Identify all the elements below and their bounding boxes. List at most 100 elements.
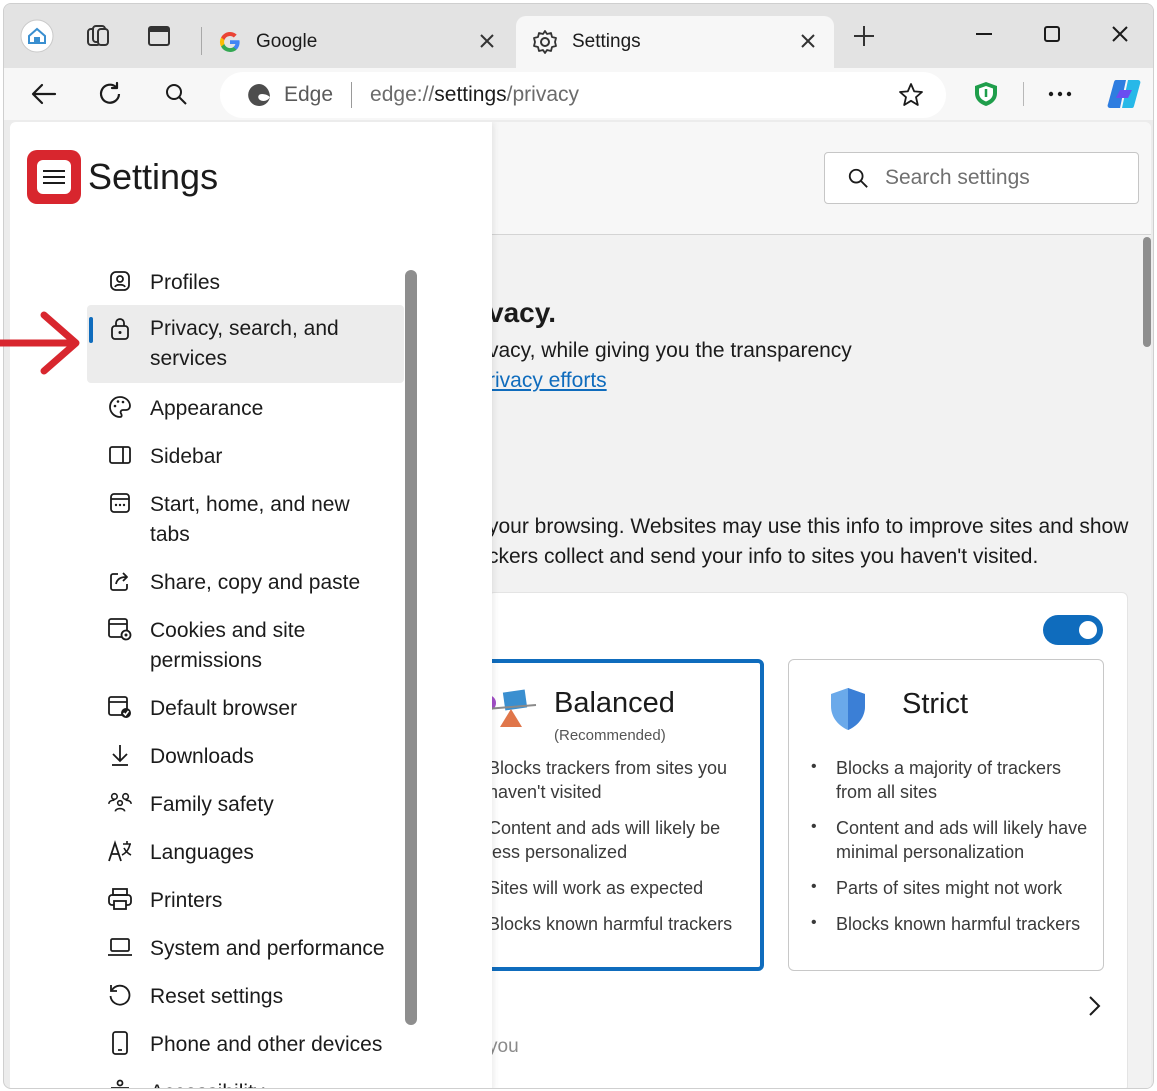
sidebar-icon [107,442,133,468]
sidebar-item-label: Privacy, search, and [150,317,339,340]
phone-icon [107,1030,133,1056]
privacy-description: vacy, while giving you the transparency [488,339,852,362]
sidebar-item-reset[interactable]: Reset settings [87,979,404,1017]
hamburger-icon [37,160,71,194]
bullet: • [811,914,817,931]
tab-settings[interactable]: Settings [516,16,834,68]
sidebar-item-appearance[interactable]: Appearance [87,391,404,429]
tab-actions-icon [148,26,170,46]
strict-item: Parts of sites might not work [836,878,1063,898]
privacy-efforts-link[interactable]: rivacy efforts [488,369,607,393]
copilot-button[interactable] [1104,74,1144,114]
lock-icon [107,316,133,342]
tracking-prevention-toggle[interactable] [1043,615,1103,645]
sidebar-item-downloads[interactable]: Downloads [87,739,404,777]
family-icon [107,790,133,816]
google-icon [219,32,240,53]
vpn-extension-button[interactable] [966,74,1006,114]
sidebar-scrollbar-thumb[interactable] [405,270,417,1025]
toolbar: Edge edge://settings/privacy [4,68,1153,120]
search-button[interactable] [156,74,196,114]
back-button[interactable] [24,74,64,114]
strict-item: Blocks known harmful trackers [836,914,1081,934]
bullet: • [811,878,817,895]
tab-strip: Google Settings [4,4,1153,68]
sidebar-item-label-line2: services [150,347,228,370]
hamburger-menu-button[interactable] [27,150,81,204]
sidebar-item-cookies[interactable]: Cookies and site permissions [87,613,404,681]
sidebar-item-label: Accessibility [150,1078,264,1088]
sidebar-item-profiles[interactable]: Profiles [87,265,404,303]
refresh-icon [99,81,121,104]
close-icon [801,34,815,48]
sidebar-item-system[interactable]: System and performance [87,931,404,969]
bullet: • [811,818,817,835]
balanced-item: Blocks known harmful trackers [488,914,733,934]
strict-title: Strict [902,688,969,720]
sidebar-item-start-home[interactable]: Start, home, and new tabs [87,487,404,555]
edge-label: Edge [284,83,334,106]
close-tab-button[interactable] [475,29,499,53]
toggle-knob [1079,621,1097,639]
maximize-button[interactable] [1022,12,1082,56]
sidebar-item-share[interactable]: Share, copy and paste [87,565,404,603]
printer-icon [107,886,133,912]
tab-google[interactable]: Google [208,16,513,68]
strict-item: Blocks a majority of trackers from all s… [836,758,1062,802]
gear-icon [533,30,557,54]
balanced-item: Blocks trackers from sites you haven't v… [488,758,728,802]
faded-text: you [488,1036,519,1057]
vertical-tabs-button[interactable] [139,16,179,56]
refresh-button[interactable] [90,74,130,114]
chevron-right-icon[interactable] [1082,994,1106,1018]
more-options-button[interactable] [1040,74,1080,114]
sidebar-item-family-safety[interactable]: Family safety [87,787,404,825]
address-bar[interactable]: Edge edge://settings/privacy [220,72,946,118]
download-icon [107,742,133,768]
strict-option-card[interactable]: Strict • Blocks a majority of trackers f… [788,659,1104,971]
sidebar-item-label: Downloads [150,745,254,768]
favorite-star-icon[interactable] [898,82,924,108]
maximize-icon [1044,26,1060,42]
profile-avatar[interactable] [17,16,57,56]
main-scrollbar-thumb[interactable] [1143,237,1151,347]
selected-indicator [89,317,93,343]
balanced-option-card[interactable]: Balanced (Recommended) Blocks trackers f… [480,659,764,971]
search-icon [848,168,868,188]
close-icon [1112,26,1128,42]
tab-label: Google [256,31,318,52]
sidebar-item-printers[interactable]: Printers [87,883,404,921]
toolbar-separator [1023,82,1024,106]
sidebar-item-languages[interactable]: Languages [87,835,404,873]
close-window-button[interactable] [1090,12,1150,56]
sidebar-item-label: Reset settings [150,985,284,1008]
tracking-description-line2: ckers collect and send your info to site… [488,545,1039,568]
sidebar-item-default-browser[interactable]: Default browser [87,691,404,729]
sidebar-item-label: Languages [150,841,254,864]
close-tab-button[interactable] [796,29,820,53]
sidebar-item-sidebar[interactable]: Sidebar [87,439,404,477]
sidebar-item-label: Printers [150,889,223,912]
minimize-button[interactable] [954,12,1014,56]
languages-icon [107,838,133,864]
strict-item: Content and ads will likely have minimal… [836,818,1088,862]
tab-separator [201,27,202,55]
search-settings-box[interactable] [824,152,1139,204]
tracking-description-line1: your browsing. Websites may use this inf… [488,515,1129,538]
sidebar-item-privacy[interactable]: Privacy, search, and services [87,305,404,383]
share-icon [107,568,133,594]
search-input[interactable] [885,166,1115,190]
new-tab-button[interactable] [844,16,884,56]
browser-window: Google Settings Edge edge://settings/pri… [3,3,1154,1089]
sidebar-item-accessibility[interactable]: Accessibility [87,1075,404,1088]
sidebar-item-label: System and performance [150,937,385,960]
minimize-icon [976,33,992,35]
sidebar-item-label: Phone and other devices [150,1033,383,1056]
shield-icon [831,688,865,730]
workspaces-button[interactable] [78,16,118,56]
search-icon [166,84,187,105]
sidebar-item-phone[interactable]: Phone and other devices [87,1027,404,1065]
sidebar-item-label: Profiles [150,271,221,294]
annotation-arrow-icon [0,311,80,375]
url-text: edge://settings/privacy [370,83,580,106]
